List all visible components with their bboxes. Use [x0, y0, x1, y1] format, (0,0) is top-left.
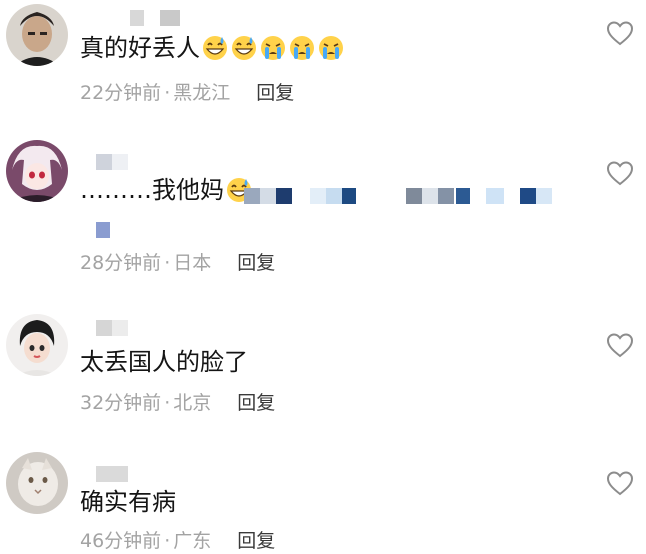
comment-location: 日本: [173, 252, 212, 274]
avatar[interactable]: [6, 4, 68, 66]
comment-meta: 46分钟前 · 广东 回复: [80, 528, 275, 554]
mosaic-block: [260, 188, 276, 204]
avatar[interactable]: [6, 140, 68, 202]
comment-location: 黑龙江: [173, 82, 231, 104]
mosaic-block: [422, 188, 438, 204]
mosaic-block: [276, 188, 292, 204]
comment-text: 确实有病: [80, 486, 176, 518]
crying-icon: [317, 34, 345, 62]
like-heart-icon[interactable]: [606, 160, 634, 186]
comment-meta: 32分钟前 · 北京 回复: [80, 390, 275, 416]
avatar[interactable]: [6, 452, 68, 514]
reply-button[interactable]: 回复: [237, 250, 275, 276]
comment-text: 太丢国人的脸了: [80, 346, 248, 378]
reply-button[interactable]: 回复: [237, 390, 275, 416]
comment-body: 太丢国人的脸了: [80, 348, 248, 376]
mosaic-block: [536, 188, 552, 204]
username-mosaic[interactable]: [96, 466, 128, 482]
meta-separator: ·: [164, 530, 171, 552]
mosaic-block: [96, 222, 110, 238]
comment-time: 22分钟前: [80, 82, 162, 104]
meta-separator: ·: [164, 392, 171, 414]
mosaic-block: [520, 188, 536, 204]
like-heart-icon[interactable]: [606, 20, 634, 46]
comment-body: ………我他妈: [80, 176, 224, 204]
avatar[interactable]: [6, 314, 68, 376]
comment-body: 确实有病: [80, 488, 176, 516]
comment-location: 广东: [173, 530, 212, 552]
username-mosaic[interactable]: [96, 154, 128, 170]
mosaic-block: [486, 188, 504, 204]
username-mosaic[interactable]: [130, 10, 180, 26]
crying-icon: [259, 34, 287, 62]
mosaic-block: [326, 188, 342, 204]
meta-separator: ·: [164, 252, 171, 274]
mosaic-block: [438, 188, 454, 204]
grinning-sweat-icon: [201, 34, 229, 62]
mosaic-block: [244, 188, 260, 204]
grinning-sweat-icon: [230, 34, 258, 62]
mosaic-block: [310, 188, 326, 204]
username-mosaic[interactable]: [96, 320, 128, 336]
comment-time: 28分钟前: [80, 252, 162, 274]
meta-separator: ·: [164, 82, 171, 104]
mosaic-block: [456, 188, 470, 204]
reply-button[interactable]: 回复: [256, 80, 294, 106]
mosaic-block: [342, 188, 356, 204]
comment-meta: 22分钟前 · 黑龙江 回复: [80, 80, 294, 106]
comment-meta: 28分钟前 · 日本 回复: [80, 250, 275, 276]
comment-text: ………我他妈: [80, 174, 253, 206]
crying-icon: [288, 34, 316, 62]
comment-location: 北京: [173, 392, 212, 414]
mosaic-block: [406, 188, 422, 204]
like-heart-icon[interactable]: [606, 470, 634, 496]
comment-text: 真的好丢人: [80, 32, 345, 64]
comment-time: 32分钟前: [80, 392, 162, 414]
like-heart-icon[interactable]: [606, 332, 634, 358]
comment-time: 46分钟前: [80, 530, 162, 552]
comment-body: 真的好丢人: [80, 34, 200, 62]
reply-button[interactable]: 回复: [237, 528, 275, 554]
